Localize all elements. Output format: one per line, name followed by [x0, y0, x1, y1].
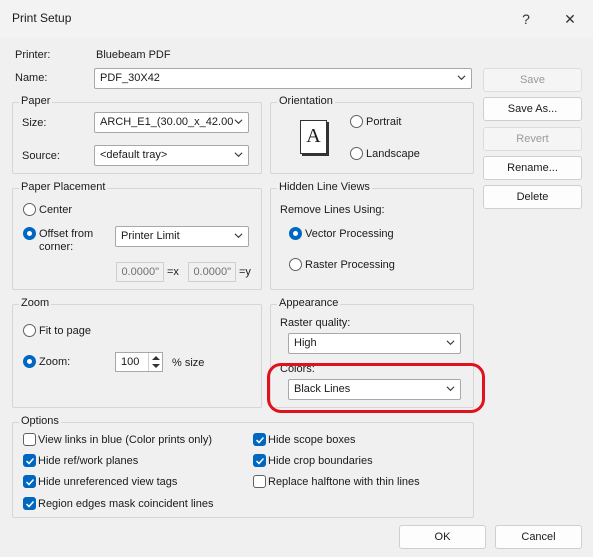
option-label: Replace halftone with thin lines	[268, 476, 420, 488]
option-checkbox[interactable]	[253, 454, 266, 467]
landscape-radio[interactable]	[350, 147, 363, 160]
center-radio[interactable]	[23, 203, 36, 216]
option-label: Hide crop boundaries	[268, 455, 373, 467]
spinner-buttons[interactable]	[148, 353, 162, 371]
chevron-down-icon	[446, 340, 455, 346]
spin-down-icon[interactable]	[152, 363, 160, 369]
window-title: Print Setup	[12, 11, 72, 25]
red-highlight-annotation	[267, 363, 485, 413]
option-checkbox[interactable]	[23, 454, 36, 467]
zoom-label: Zoom:	[39, 356, 71, 368]
delete-button[interactable]: Delete	[483, 185, 582, 209]
option-label: View links in blue (Color prints only)	[38, 434, 213, 446]
raster-processing-label: Raster Processing	[305, 259, 395, 271]
save-button[interactable]: Save	[483, 68, 582, 92]
option-label: Hide scope boxes	[268, 434, 356, 446]
landscape-label: Landscape	[366, 148, 420, 160]
offset-x-field[interactable]: 0.0000"	[116, 262, 164, 282]
zoom-size-suffix: % size	[172, 357, 205, 369]
offset-select[interactable]: Printer Limit	[115, 226, 249, 247]
fit-to-page-radio[interactable]	[23, 324, 36, 337]
chevron-down-icon	[234, 119, 243, 125]
vector-processing-radio[interactable]	[289, 227, 302, 240]
name-select[interactable]: PDF_30X42	[94, 68, 472, 89]
close-button[interactable]: ✕	[559, 8, 581, 30]
printer-value: Bluebeam PDF	[96, 49, 171, 61]
raster-quality-label: Raster quality:	[280, 317, 351, 329]
portrait-radio[interactable]	[350, 115, 363, 128]
size-select-value: ARCH_E1_(30.00_x_42.00	[100, 116, 234, 128]
source-label: Source:	[22, 150, 60, 162]
offset-y-suffix: =y	[239, 266, 251, 278]
help-button[interactable]: ?	[515, 8, 537, 30]
offset-label-line2: corner:	[39, 241, 74, 253]
remove-lines-label: Remove Lines Using:	[280, 204, 385, 216]
center-label: Center	[39, 204, 73, 216]
offset-radio[interactable]	[23, 227, 36, 240]
option-checkbox[interactable]	[23, 433, 36, 446]
revert-button[interactable]: Revert	[483, 127, 582, 151]
option-label: Region edges mask coincident lines	[38, 498, 214, 510]
option-checkbox[interactable]	[253, 433, 266, 446]
fit-to-page-label: Fit to page	[39, 325, 91, 337]
rename-button[interactable]: Rename...	[483, 156, 582, 180]
offset-select-value: Printer Limit	[121, 230, 180, 242]
chevron-down-icon	[234, 233, 243, 239]
name-label: Name:	[15, 72, 48, 84]
size-select[interactable]: ARCH_E1_(30.00_x_42.00	[94, 112, 249, 133]
paper-placement-title: Paper Placement	[19, 181, 108, 193]
option-label: Hide ref/work planes	[38, 455, 139, 467]
save-as-button[interactable]: Save As...	[483, 97, 582, 121]
zoom-spinner[interactable]: 100	[115, 352, 163, 372]
appearance-group-title: Appearance	[277, 297, 341, 309]
checkmark-icon	[25, 457, 35, 465]
options-group-title: Options	[19, 415, 61, 427]
offset-y-field[interactable]: 0.0000"	[188, 262, 236, 282]
raster-processing-radio[interactable]	[289, 258, 302, 271]
chevron-down-icon	[234, 152, 243, 158]
source-select[interactable]: <default tray>	[94, 145, 249, 166]
option-label: Hide unreferenced view tags	[38, 476, 178, 488]
ok-button[interactable]: OK	[399, 525, 486, 549]
source-select-value: <default tray>	[100, 149, 168, 161]
raster-quality-select[interactable]: High	[288, 333, 461, 354]
option-checkbox[interactable]	[23, 497, 36, 510]
zoom-group-title: Zoom	[19, 297, 52, 309]
printer-label: Printer:	[15, 49, 51, 61]
offset-label-line1: Offset from	[39, 228, 94, 240]
vector-processing-label: Vector Processing	[305, 228, 394, 240]
size-label: Size:	[22, 117, 47, 129]
cancel-button[interactable]: Cancel	[495, 525, 582, 549]
zoom-radio[interactable]	[23, 355, 36, 368]
name-select-value: PDF_30X42	[100, 72, 160, 84]
raster-quality-value: High	[294, 337, 317, 349]
portrait-label: Portrait	[366, 116, 402, 128]
spin-up-icon[interactable]	[152, 355, 160, 361]
checkmark-icon	[255, 457, 265, 465]
checkmark-icon	[255, 436, 265, 444]
hidden-line-views-title: Hidden Line Views	[277, 181, 372, 193]
option-checkbox[interactable]	[23, 475, 36, 488]
orientation-group-title: Orientation	[277, 95, 335, 107]
orientation-icon-letter: A	[306, 125, 321, 147]
paper-group-title: Paper	[19, 95, 53, 107]
page-orientation-icon: A	[300, 120, 327, 154]
checkmark-icon	[25, 478, 35, 486]
offset-x-suffix: =x	[167, 266, 179, 278]
option-checkbox[interactable]	[253, 475, 266, 488]
zoom-value: 100	[121, 356, 140, 368]
chevron-down-icon	[457, 75, 466, 81]
title-bar	[0, 0, 593, 38]
checkmark-icon	[25, 500, 35, 508]
